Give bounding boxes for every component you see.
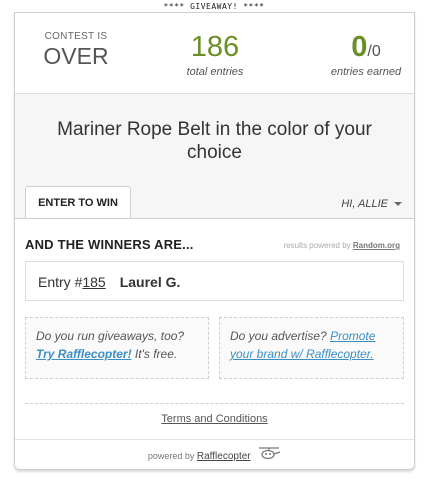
terms-area: Terms and Conditions — [15, 413, 414, 425]
footer: powered by Rafflecopter — [15, 439, 414, 469]
tab-content: AND THE WINNERS ARE... results powered b… — [15, 218, 414, 469]
stats-row: CONTEST IS OVER 186 total entries 0/0 en… — [15, 13, 414, 93]
entries-earned-count: 0 — [351, 31, 368, 63]
terms-link[interactable]: Terms and Conditions — [161, 413, 267, 425]
promo-giveaways: Do you run giveaways, too? Try Rafflecop… — [25, 317, 209, 379]
divider — [25, 403, 404, 404]
promo-advertise: Do you advertise? Promote your brand w/ … — [219, 317, 404, 379]
contest-status: CONTEST IS OVER — [35, 31, 117, 70]
contest-status-big: OVER — [43, 43, 109, 69]
random-org-prefix: results powered by — [283, 241, 353, 250]
contest-status-small: CONTEST IS — [44, 31, 108, 42]
footer-prefix: powered by — [147, 451, 197, 461]
entry-number-link[interactable]: 185 — [82, 274, 105, 290]
helicopter-logo-icon — [257, 441, 281, 469]
total-entries-count: 186 — [190, 31, 240, 63]
tab-enter-to-win[interactable]: ENTER TO WIN — [25, 186, 131, 218]
winners-heading: AND THE WINNERS ARE... — [25, 237, 194, 252]
caret-down-icon — [394, 202, 402, 207]
winner-entry: Entry #185 Laurel G. — [25, 261, 404, 301]
promo-giveaways-question: Do you run giveaways, too? — [36, 329, 185, 343]
entry-prefix: Entry # — [38, 274, 83, 290]
random-org-link[interactable]: Random.org — [353, 241, 400, 250]
prize-title: Mariner Rope Belt in the color of your c… — [57, 119, 372, 163]
rafflecopter-widget: CONTEST IS OVER 186 total entries 0/0 en… — [14, 12, 415, 470]
entries-earned-total: /0 — [367, 43, 381, 60]
rafflecopter-link[interactable]: Rafflecopter — [197, 451, 251, 462]
winner-name: Laurel G. — [119, 274, 181, 290]
total-entries: 186 total entries — [175, 31, 255, 78]
entries-earned-label: entries earned — [330, 66, 402, 78]
user-menu[interactable]: HI, ALLIE — [341, 198, 402, 210]
promo-giveaways-suffix: It's free. — [131, 347, 178, 361]
promo-advertise-question: Do you advertise? — [230, 329, 331, 343]
try-rafflecopter-link[interactable]: Try Rafflecopter! — [36, 347, 132, 361]
total-entries-label: total entries — [186, 66, 244, 78]
prize-area: Mariner Rope Belt in the color of your c… — [15, 93, 414, 469]
entries-earned: 0/0 entries earned — [323, 31, 409, 78]
random-org-credit: results powered by Random.org — [284, 241, 400, 250]
user-greeting: HI, ALLIE — [341, 198, 388, 210]
